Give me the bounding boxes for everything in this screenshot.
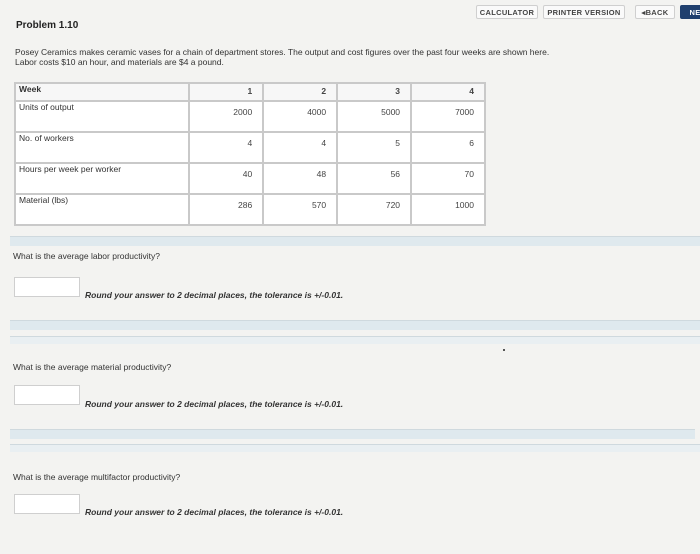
section-divider (10, 236, 700, 246)
header-week-4: 4 (410, 82, 486, 102)
section-divider (10, 444, 700, 452)
cursor-dot (503, 349, 505, 351)
table-cell: 570 (262, 193, 339, 226)
table-cell: 48 (262, 162, 339, 195)
row-label: Hours per week per worker (13, 162, 191, 195)
header-week-1: 1 (188, 82, 265, 102)
problem-intro: Posey Ceramics makes ceramic vases for a… (15, 47, 695, 67)
row-label: Material (lbs) (13, 193, 191, 226)
table-cell: 286 (188, 193, 265, 226)
table-row: Units of output 2000 4000 5000 7000 (13, 100, 486, 133)
labor-productivity-input[interactable] (14, 277, 80, 297)
header-week: Week (13, 82, 191, 102)
multifactor-productivity-input[interactable] (14, 494, 80, 514)
table-cell: 1000 (410, 193, 486, 226)
table-cell: 70 (410, 162, 486, 195)
table-row: Material (lbs) 286 570 720 1000 (13, 193, 486, 226)
table-cell: 40 (188, 162, 265, 195)
next-button[interactable]: NE (680, 5, 700, 19)
header-week-3: 3 (336, 82, 413, 102)
table-header-row: Week 1 2 3 4 (13, 82, 486, 102)
question-multifactor: What is the average multifactor producti… (13, 472, 181, 482)
table-row: No. of workers 4 4 5 6 (13, 131, 486, 164)
table-cell: 7000 (410, 100, 486, 133)
intro-line-1: Posey Ceramics makes ceramic vases for a… (15, 47, 550, 57)
table-cell: 5 (336, 131, 413, 164)
table-cell: 4000 (262, 100, 339, 133)
row-label: Units of output (13, 100, 191, 133)
calculator-button[interactable]: CALCULATOR (476, 5, 538, 19)
table-cell: 6 (410, 131, 486, 164)
back-button[interactable]: ◂BACK (635, 5, 675, 19)
back-label: BACK (645, 8, 669, 17)
table-row: Hours per week per worker 40 48 56 70 (13, 162, 486, 195)
hint-labor: Round your answer to 2 decimal places, t… (85, 290, 344, 300)
table-cell: 4 (262, 131, 339, 164)
question-labor: What is the average labor productivity? (13, 251, 160, 261)
hint-multifactor: Round your answer to 2 decimal places, t… (85, 507, 344, 517)
table-cell: 5000 (336, 100, 413, 133)
printer-version-button[interactable]: PRINTER VERSION (543, 5, 625, 19)
row-label: No. of workers (13, 131, 191, 164)
table-cell: 56 (336, 162, 413, 195)
table-cell: 2000 (188, 100, 265, 133)
top-toolbar: CALCULATOR PRINTER VERSION ◂BACK NE (0, 0, 700, 22)
intro-line-2: Labor costs $10 an hour, and materials a… (15, 57, 224, 67)
section-divider (10, 320, 700, 330)
data-table: Week 1 2 3 4 Units of output 2000 4000 5… (13, 82, 486, 226)
section-divider (10, 429, 695, 439)
section-divider (10, 336, 700, 344)
problem-title: Problem 1.10 (16, 20, 79, 31)
question-material: What is the average material productivit… (13, 362, 172, 372)
table-cell: 720 (336, 193, 413, 226)
material-productivity-input[interactable] (14, 385, 80, 405)
header-week-2: 2 (262, 82, 339, 102)
hint-material: Round your answer to 2 decimal places, t… (85, 399, 344, 409)
table-cell: 4 (188, 131, 265, 164)
